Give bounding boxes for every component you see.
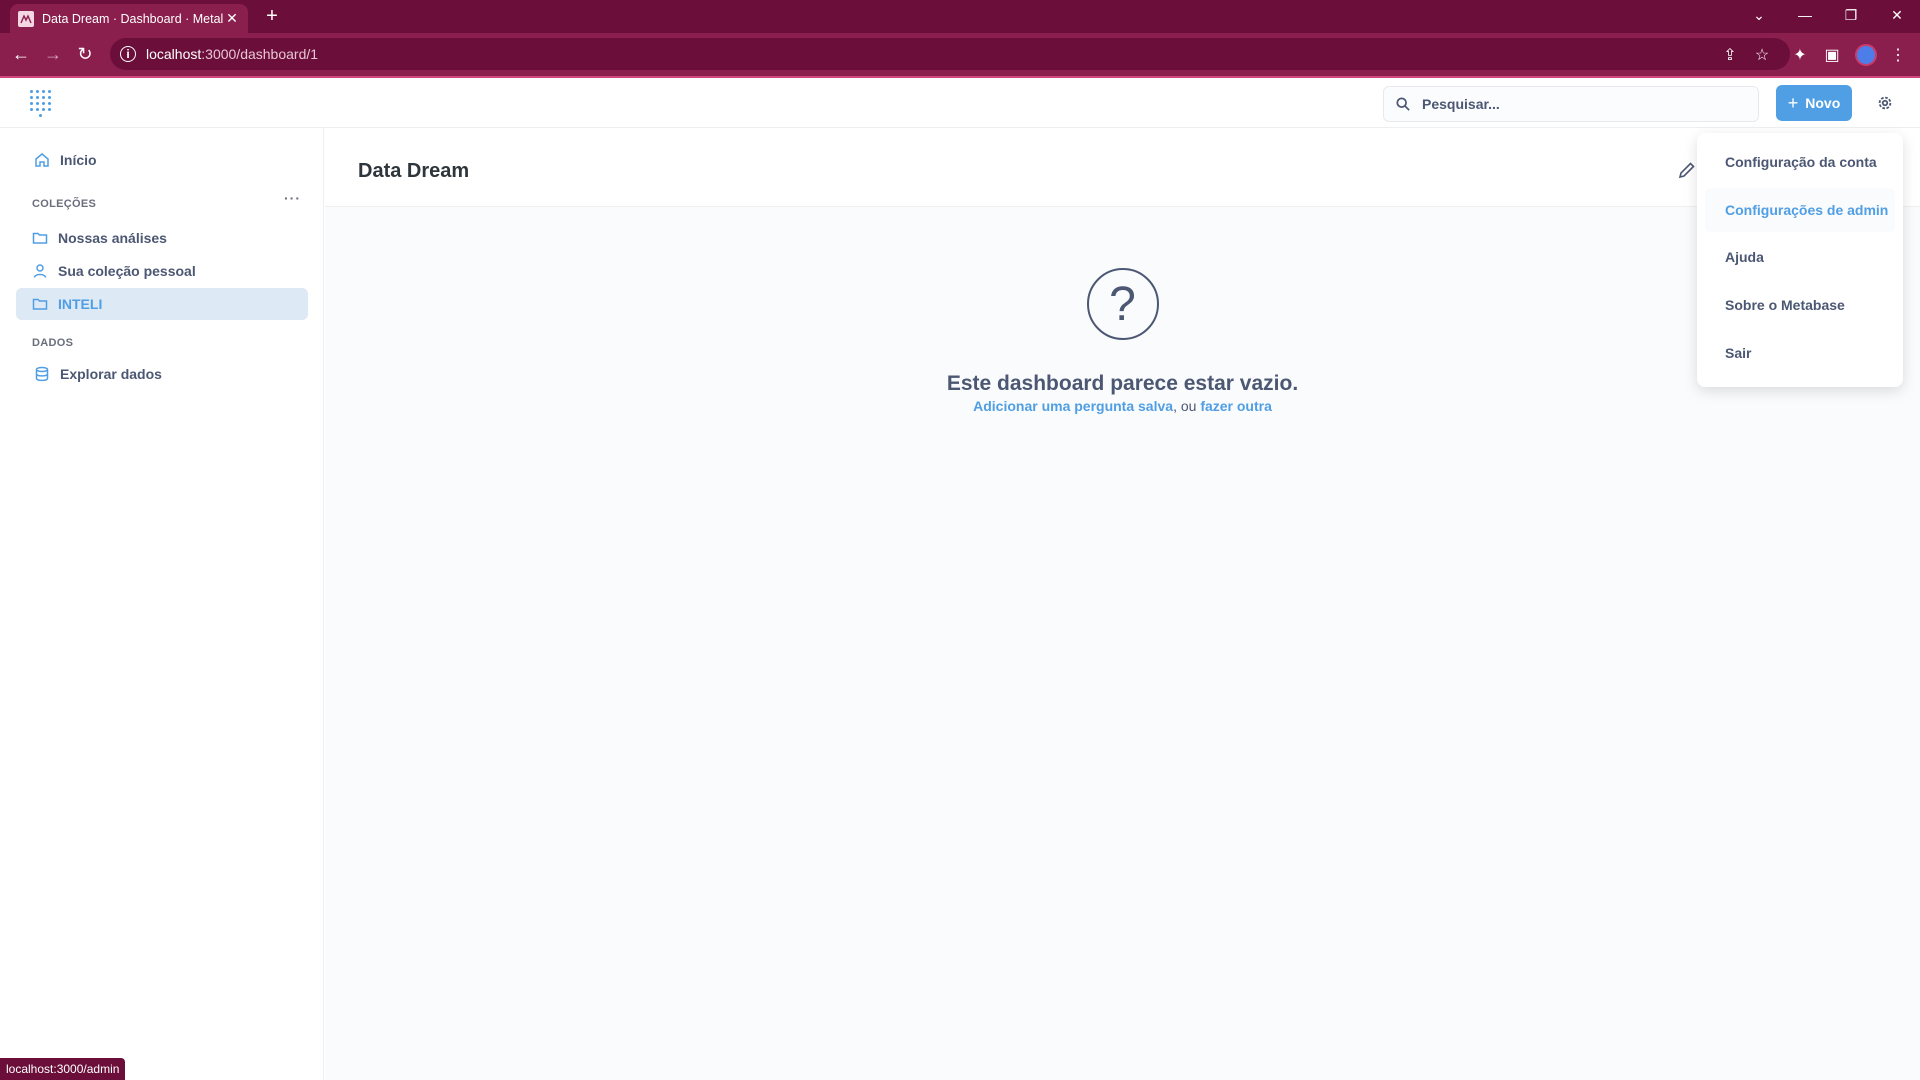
add-saved-question-link[interactable]: Adicionar uma pergunta salva <box>973 398 1173 414</box>
gear-icon[interactable] <box>1876 94 1894 112</box>
menu-item-help[interactable]: Ajuda <box>1705 235 1895 279</box>
profile-avatar[interactable] <box>1855 44 1877 66</box>
sidebar: Início COLEÇÕES ··· Nossas análises Sua … <box>0 128 324 1080</box>
data-section-title: DADOS <box>32 337 74 349</box>
close-tab-icon[interactable]: ✕ <box>224 10 240 27</box>
search-bar[interactable] <box>1383 86 1759 122</box>
sidebar-item-explorar-dados[interactable]: Explorar dados <box>16 358 308 390</box>
question-mark-icon: ? <box>1086 268 1159 340</box>
extensions-icon[interactable]: ✦ <box>1790 45 1810 65</box>
back-icon[interactable]: ← <box>8 41 34 67</box>
new-tab-icon[interactable]: + <box>260 5 284 28</box>
side-panel-icon[interactable]: ▣ <box>1822 45 1842 65</box>
url-path: :3000/dashboard/1 <box>201 46 319 62</box>
create-question-link[interactable]: fazer outra <box>1200 398 1272 414</box>
search-icon <box>1396 97 1410 111</box>
address-bar[interactable]: i localhost:3000/dashboard/1 <box>110 38 1790 70</box>
sidebar-item-colecao-pessoal[interactable]: Sua coleção pessoal <box>16 255 308 287</box>
person-icon <box>33 264 47 278</box>
more-options-icon[interactable]: ··· <box>284 190 301 206</box>
empty-state-or: , ou <box>1173 398 1201 414</box>
pencil-icon[interactable] <box>1678 161 1696 179</box>
menu-item-sign-out[interactable]: Sair <box>1705 331 1895 375</box>
sidebar-item-label: Sua coleção pessoal <box>58 263 196 279</box>
sidebar-item-nossas-analises[interactable]: Nossas análises <box>16 222 308 254</box>
dashboard-title[interactable]: Data Dream <box>358 160 469 183</box>
menu-item-account-settings[interactable]: Configuração da conta <box>1705 140 1895 184</box>
browser-toolbar: ← → ↻ i localhost:3000/dashboard/1 ⇪ ☆ ✦… <box>0 33 1920 76</box>
link-status-bar: localhost:3000/admin <box>0 1058 126 1080</box>
empty-state-subtitle: Adicionar uma pergunta salva, ou fazer o… <box>325 398 1920 414</box>
menu-item-admin-settings[interactable]: Configurações de admin <box>1705 188 1895 232</box>
restore-icon[interactable]: ❐ <box>1828 0 1874 30</box>
metabase-logo-icon[interactable] <box>30 90 58 117</box>
sidebar-item-inteli[interactable]: INTELI <box>16 288 308 320</box>
sidebar-item-label: Nossas análises <box>58 230 167 246</box>
share-icon[interactable]: ⇪ <box>1720 45 1740 65</box>
empty-state: ? Este dashboard parece estar vazio. Adi… <box>325 268 1920 414</box>
sidebar-item-label: Início <box>60 152 97 168</box>
dashboard-main: Data Dream ? Este dashboard parece estar… <box>325 128 1920 1080</box>
plus-icon: + <box>1787 92 1799 113</box>
reload-icon[interactable]: ↻ <box>72 41 98 67</box>
search-input[interactable] <box>1422 96 1742 112</box>
close-window-icon[interactable]: ✕ <box>1874 0 1920 30</box>
collections-section-title: COLEÇÕES <box>32 198 97 210</box>
database-icon <box>35 366 49 382</box>
settings-menu: Configuração da conta Configurações de a… <box>1697 133 1903 387</box>
menu-item-about[interactable]: Sobre o Metabase <box>1705 283 1895 327</box>
url-host: localhost <box>146 46 202 62</box>
browser-tab[interactable]: Data Dream · Dashboard · Metal ✕ <box>10 4 248 33</box>
app-header: + Novo <box>0 78 1920 128</box>
folder-icon <box>32 298 48 310</box>
site-info-icon[interactable]: i <box>120 46 136 62</box>
forward-icon[interactable]: → <box>40 41 66 67</box>
folder-icon <box>32 232 48 244</box>
tab-title: Data Dream · Dashboard · Metal <box>42 11 224 26</box>
sidebar-item-label: Explorar dados <box>60 366 162 382</box>
dashboard-header: Data Dream <box>325 128 1920 207</box>
tab-search-icon[interactable]: ⌄ <box>1736 0 1782 30</box>
browser-menu-icon[interactable]: ⋮ <box>1888 45 1908 65</box>
minimize-icon[interactable]: — <box>1782 0 1828 30</box>
empty-state-title: Este dashboard parece estar vazio. <box>946 372 1299 395</box>
bookmark-star-icon[interactable]: ☆ <box>1752 45 1772 65</box>
new-button[interactable]: + Novo <box>1776 85 1852 121</box>
new-button-label: Novo <box>1805 95 1841 111</box>
sidebar-item-label: INTELI <box>58 296 103 312</box>
sidebar-item-home[interactable]: Início <box>16 144 308 176</box>
browser-tab-strip: Data Dream · Dashboard · Metal ✕ + ⌄ — ❐… <box>0 0 1920 33</box>
metabase-favicon-icon <box>18 10 34 27</box>
home-icon <box>35 153 49 167</box>
